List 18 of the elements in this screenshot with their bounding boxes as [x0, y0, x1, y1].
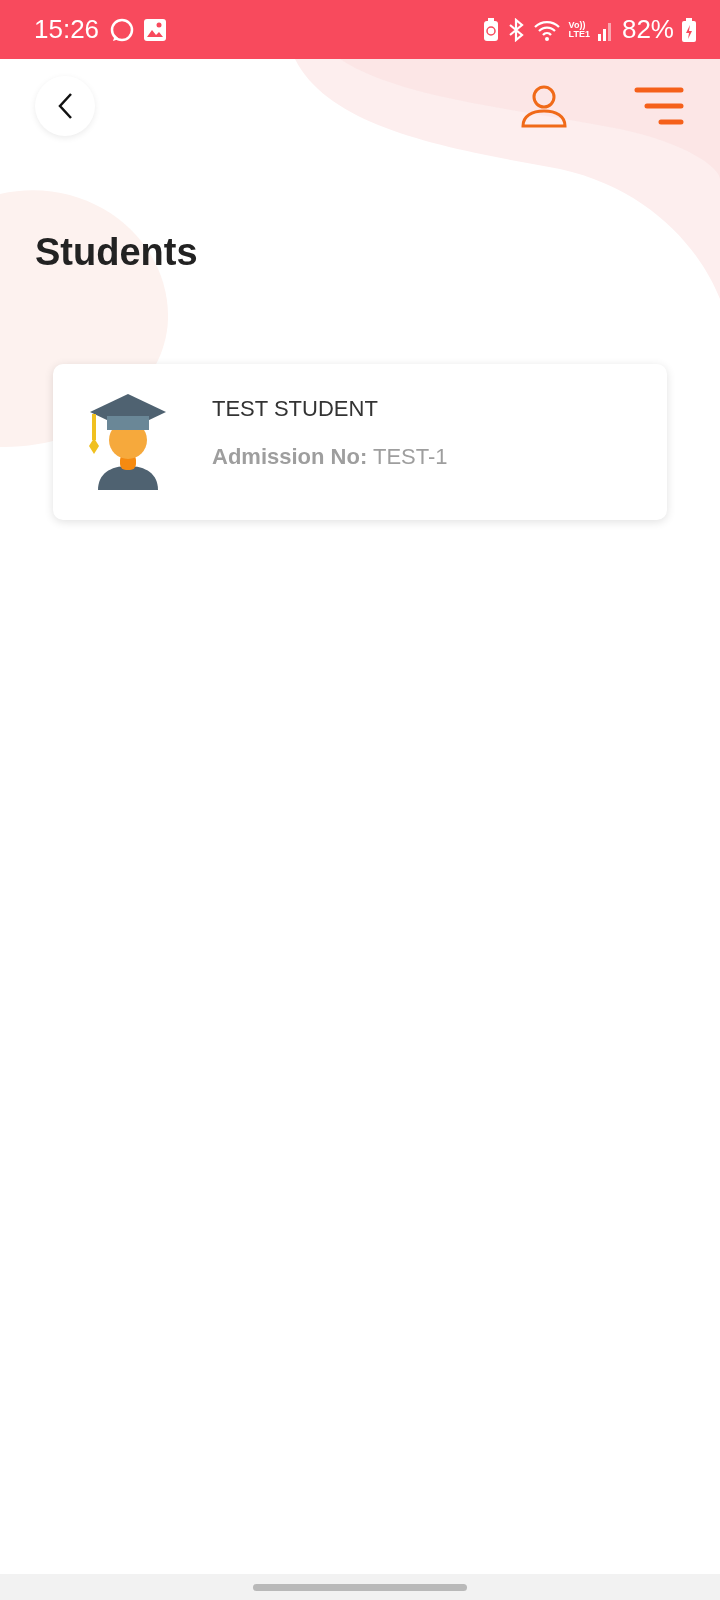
menu-button[interactable] [634, 87, 684, 125]
chat-icon [109, 16, 136, 43]
image-icon [143, 17, 168, 42]
menu-icon [634, 87, 684, 125]
graduate-icon [88, 394, 168, 490]
volte-label: Vo)) [568, 20, 586, 30]
clock-time: 15:26 [34, 14, 100, 45]
student-card[interactable]: TEST STUDENT Admission No: TEST-1 [53, 364, 667, 520]
profile-button[interactable] [520, 84, 568, 128]
home-handle[interactable] [253, 1583, 467, 1591]
page-title: Students [35, 231, 199, 274]
battery-saver-icon [482, 17, 499, 42]
battery-icon [682, 17, 696, 42]
user-icon [520, 84, 568, 128]
student-name: TEST STUDENT [212, 396, 379, 422]
battery-percent: 82% [621, 14, 674, 45]
admission-number: Admission No: TEST-1 [212, 444, 448, 470]
lte-label: LTE1 [568, 29, 590, 39]
